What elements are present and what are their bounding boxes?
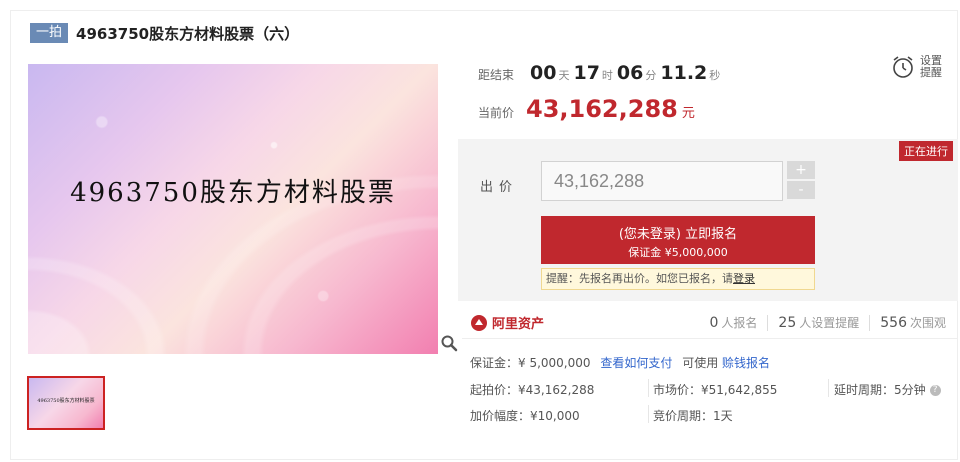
increase-bid-button[interactable]: + <box>787 161 815 179</box>
thumbnail-caption: 4963750股东方材料股票 <box>37 398 95 404</box>
bid-amount-input[interactable]: 43,162,288 <box>541 161 783 201</box>
brand-name: 阿里资产 <box>492 317 545 332</box>
main-item-image[interactable]: 4963750股东方材料股票 <box>28 64 438 354</box>
page-title: 4963750股东方材料股票（六） <box>76 24 300 43</box>
countdown-days: 00 <box>530 62 557 84</box>
countdown-hours-unit: 时 <box>601 69 613 82</box>
credit-signup-link[interactable]: 赊钱报名 <box>722 356 770 370</box>
signup-tip: 提醒：先报名再出价。如您已报名，请登录 <box>541 268 815 290</box>
countdown-minutes: 06 <box>616 62 644 84</box>
column-divider <box>648 379 649 397</box>
bid-label: 出价 <box>480 180 519 195</box>
set-reminder-button[interactable]: 设置提醒 <box>890 54 944 80</box>
countdown-minutes-unit: 分 <box>645 69 657 82</box>
available-text: 可使用 <box>682 356 719 370</box>
market-price: 市场价：¥51,642,855 <box>653 383 778 397</box>
main-image-caption: 4963750股东方材料股票 <box>70 178 396 208</box>
stat-divider <box>869 314 871 331</box>
current-price-unit: 元 <box>681 106 695 121</box>
signup-deposit-label: 保证金 ¥5,000,000 <box>628 246 728 259</box>
delay-period-text: 延时周期：5分钟 <box>834 383 926 397</box>
deposit-info: 保证金：¥ 5,000,000 查看如何支付 可使用 赊钱报名 <box>470 354 770 371</box>
countdown-days-unit: 天 <box>558 69 570 82</box>
signup-count-label: 人报名 <box>721 316 758 330</box>
view-count: 556 <box>880 315 907 331</box>
deposit-amount: 保证金：¥ 5,000,000 <box>470 356 591 370</box>
login-link[interactable]: 登录 <box>733 272 755 285</box>
ali-assets-logo-icon <box>471 314 487 331</box>
signup-button-label: (您未登录) 立即报名 <box>618 227 738 242</box>
auction-round-tag: 一拍 <box>30 23 69 43</box>
current-price-label: 当前价 <box>478 106 515 120</box>
bid-increment: 加价幅度：¥10,000 <box>470 409 580 423</box>
auction-period: 竞价周期：1天 <box>653 409 733 423</box>
help-icon[interactable]: ? <box>929 385 941 396</box>
reminder-count: 25 <box>778 315 797 331</box>
countdown-seconds: 11.2 <box>660 62 708 84</box>
countdown-seconds-unit: 秒 <box>709 69 721 82</box>
brand-logo[interactable]: 阿里资产 <box>470 313 544 332</box>
countdown-hours: 17 <box>573 62 600 84</box>
divider <box>462 338 958 339</box>
how-to-pay-link[interactable]: 查看如何支付 <box>600 356 672 370</box>
zoom-icon[interactable] <box>440 334 458 352</box>
signup-tip-text: 提醒：先报名再出价。如您已报名，请 <box>546 272 733 285</box>
view-count-label: 次围观 <box>909 316 946 330</box>
column-divider <box>648 405 649 423</box>
delay-period: 延时周期：5分钟? <box>834 381 941 398</box>
current-price: 当前价 43,162,288 元 <box>478 95 695 123</box>
start-price: 起拍价：¥43,162,288 <box>470 383 595 397</box>
reminder-count-label: 人设置提醒 <box>799 316 860 330</box>
auction-stats: 0 人报名 25 人设置提醒 556 次围观 <box>709 314 946 331</box>
stat-divider <box>767 314 769 331</box>
signup-now-button[interactable]: (您未登录) 立即报名 保证金 ¥5,000,000 <box>541 216 815 264</box>
image-thumbnail[interactable]: 4963750股东方材料股票 <box>27 376 105 430</box>
column-divider <box>828 379 829 397</box>
signup-count: 0 <box>709 315 719 331</box>
title-bar: 一拍 4963750股东方材料股票（六） <box>30 22 299 44</box>
current-price-value: 43,162,288 <box>526 95 678 123</box>
bid-panel: 正在进行 出价 43,162,288 + - (您未登录) 立即报名 保证金 ¥… <box>458 139 958 301</box>
set-reminder-label: 设置提醒 <box>920 54 942 79</box>
countdown-label: 距结束 <box>478 68 515 82</box>
countdown: 距结束 00 天 17 时 06 分 11.2 秒 <box>478 62 724 86</box>
alarm-clock-icon <box>893 56 913 78</box>
status-badge: 正在进行 <box>899 141 953 161</box>
decrease-bid-button[interactable]: - <box>787 181 815 199</box>
